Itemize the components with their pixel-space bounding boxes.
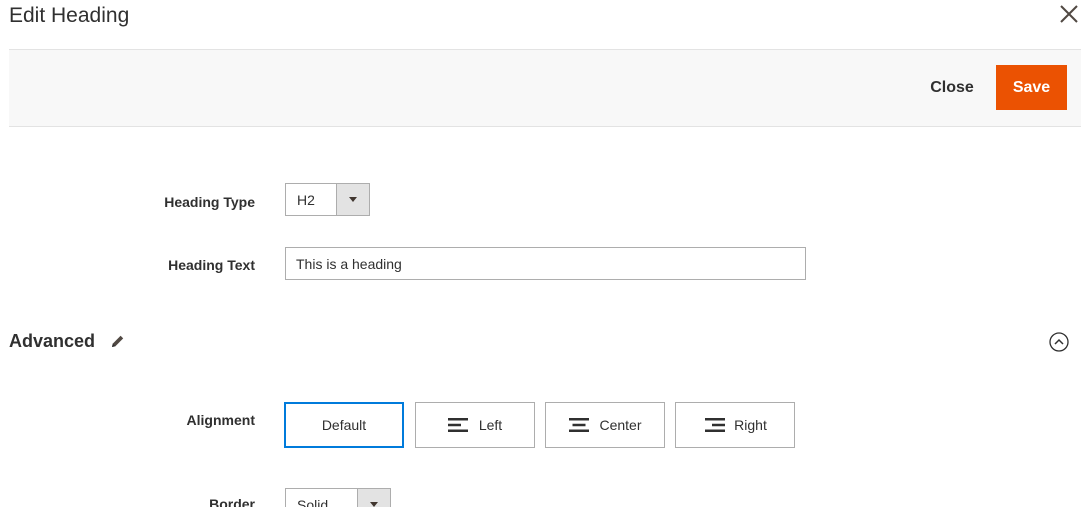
align-center-icon (569, 418, 590, 432)
align-left-icon (447, 418, 468, 432)
heading-text-label: Heading Text (168, 257, 255, 273)
close-button[interactable]: Close (913, 65, 991, 110)
heading-text-input[interactable] (285, 247, 806, 280)
heading-type-value: H2 (297, 192, 315, 208)
close-modal-icon[interactable] (1058, 3, 1080, 25)
chevron-down-icon (357, 489, 390, 507)
action-bar: Close Save (9, 49, 1081, 127)
alignment-right-button[interactable]: Right (675, 402, 795, 448)
border-label: Border (209, 496, 255, 507)
modal-title: Edit Heading (9, 4, 130, 27)
border-select[interactable]: Solid (285, 488, 391, 507)
heading-type-select[interactable]: H2 (285, 183, 370, 216)
chevron-down-icon (336, 184, 369, 215)
align-right-icon (705, 418, 726, 432)
save-button[interactable]: Save (996, 65, 1067, 110)
alignment-label: Alignment (186, 412, 255, 428)
advanced-section-title[interactable]: Advanced (9, 330, 95, 352)
alignment-option-label: Default (321, 417, 367, 433)
heading-type-label: Heading Type (164, 194, 255, 210)
alignment-option-label: Center (599, 417, 642, 433)
alignment-left-button[interactable]: Left (415, 402, 535, 448)
alignment-center-button[interactable]: Center (545, 402, 665, 448)
chevron-up-circle-icon[interactable] (1048, 331, 1070, 353)
alignment-default-button[interactable]: Default (284, 402, 404, 448)
border-value: Solid (297, 497, 329, 507)
edit-heading-modal: Edit Heading Close Save Heading Type H2 … (0, 0, 1088, 507)
alignment-option-label: Right (734, 417, 767, 433)
pencil-icon[interactable] (110, 333, 126, 349)
alignment-option-label: Left (478, 417, 503, 433)
